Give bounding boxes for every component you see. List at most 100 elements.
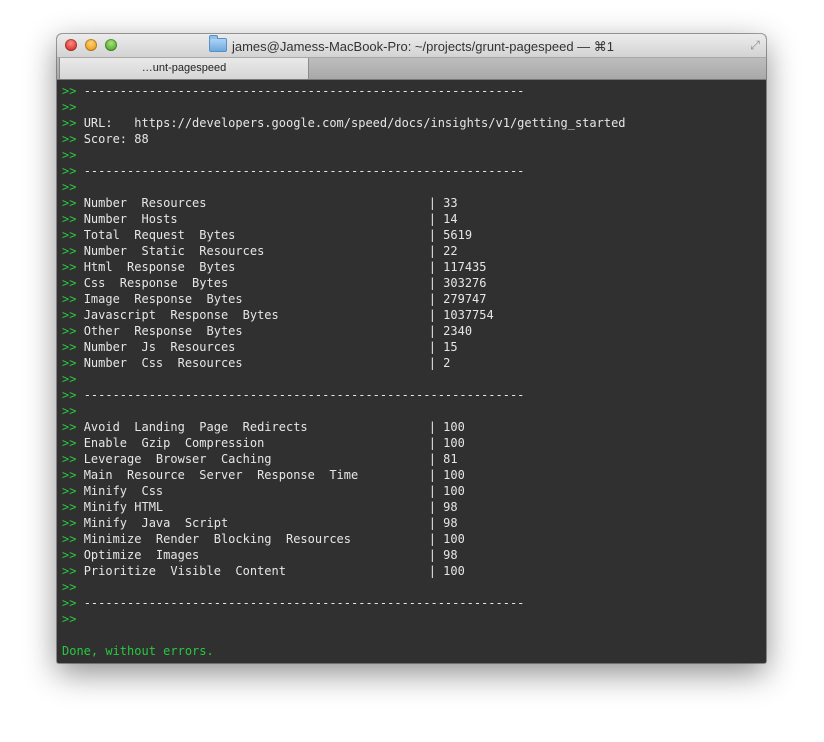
rule-row: >> Leverage Browser Caching | 81 bbox=[62, 451, 766, 467]
prompt-marker: >> bbox=[62, 164, 77, 178]
prompt-marker: >> bbox=[62, 500, 77, 514]
rule-row: >> Avoid Landing Page Redirects | 100 bbox=[62, 419, 766, 435]
terminal-window: james@Jamess-MacBook-Pro: ~/projects/gru… bbox=[57, 34, 766, 663]
prompt-marker: >> bbox=[62, 404, 77, 418]
metric-value: 98 bbox=[443, 516, 458, 530]
prompt-marker: >> bbox=[62, 612, 77, 626]
separator-text: ----------------------------------------… bbox=[83, 84, 525, 98]
metric-value: 100 bbox=[443, 532, 465, 546]
column-divider: | bbox=[428, 260, 436, 274]
prompt-marker: >> bbox=[62, 420, 77, 434]
rule-row: >> Minify Css | 100 bbox=[62, 483, 766, 499]
empty-prompt-line: >> bbox=[62, 403, 766, 419]
prompt-marker: >> bbox=[62, 244, 77, 258]
metric-value: 2340 bbox=[443, 324, 473, 338]
metric-name: Prioritize Visible Content bbox=[83, 564, 286, 578]
prompt-marker: >> bbox=[62, 388, 77, 402]
prompt-marker: >> bbox=[62, 484, 77, 498]
column-divider: | bbox=[428, 244, 436, 258]
metric-name: Minify Java Script bbox=[83, 516, 229, 530]
prompt-marker: >> bbox=[62, 100, 77, 114]
metric-value: 33 bbox=[443, 196, 458, 210]
separator-text: ----------------------------------------… bbox=[83, 596, 525, 610]
metric-name: Minify HTML bbox=[83, 500, 164, 514]
prompt-marker: >> bbox=[62, 116, 77, 130]
metric-value: 100 bbox=[443, 420, 465, 434]
separator-line: >> -------------------------------------… bbox=[62, 387, 766, 403]
empty-prompt-line: >> bbox=[62, 179, 766, 195]
column-divider: | bbox=[428, 564, 436, 578]
metric-value: 22 bbox=[443, 244, 458, 258]
metric-value: 100 bbox=[443, 564, 465, 578]
prompt-marker: >> bbox=[62, 452, 77, 466]
metric-name: Html Response Bytes bbox=[83, 260, 236, 274]
column-divider: | bbox=[428, 292, 436, 306]
column-divider: | bbox=[428, 532, 436, 546]
resource-row: >> Other Response Bytes | 2340 bbox=[62, 323, 766, 339]
column-divider: | bbox=[428, 228, 436, 242]
separator-line: >> -------------------------------------… bbox=[62, 595, 766, 611]
metric-name: Javascript Response Bytes bbox=[83, 308, 279, 322]
empty-prompt-line: >> bbox=[62, 611, 766, 627]
metric-value: 279747 bbox=[443, 292, 487, 306]
column-divider: | bbox=[428, 308, 436, 322]
metric-name: Number Hosts bbox=[83, 212, 178, 226]
prompt-marker: >> bbox=[62, 580, 77, 594]
url-line: >> URL: https://developers.google.com/sp… bbox=[62, 115, 766, 131]
column-divider: | bbox=[428, 436, 436, 450]
prompt-marker: >> bbox=[62, 548, 77, 562]
metric-name: Main Resource Server Response Time bbox=[83, 468, 359, 482]
prompt-marker: >> bbox=[62, 132, 77, 146]
fullscreen-icon[interactable]: ⤢ bbox=[748, 38, 762, 52]
terminal-output[interactable]: >> -------------------------------------… bbox=[57, 80, 766, 663]
prompt-marker: >> bbox=[62, 228, 77, 242]
title-bar[interactable]: james@Jamess-MacBook-Pro: ~/projects/gru… bbox=[57, 34, 766, 58]
folder-icon bbox=[208, 35, 227, 52]
prompt-marker: >> bbox=[62, 212, 77, 226]
prompt-marker: >> bbox=[62, 148, 77, 162]
metric-name: Number Static Resources bbox=[83, 244, 265, 258]
prompt-marker: >> bbox=[62, 340, 77, 354]
separator-text: ----------------------------------------… bbox=[83, 164, 525, 178]
rule-row: >> Prioritize Visible Content | 100 bbox=[62, 563, 766, 579]
prompt-marker: >> bbox=[62, 564, 77, 578]
resource-row: >> Number Static Resources | 22 bbox=[62, 243, 766, 259]
metric-value: 100 bbox=[443, 468, 465, 482]
prompt-marker: >> bbox=[62, 324, 77, 338]
empty-prompt-line: >> bbox=[62, 99, 766, 115]
empty-prompt-line: >> bbox=[62, 147, 766, 163]
tab-grunt-pagespeed[interactable]: …unt-pagespeed bbox=[59, 58, 309, 79]
column-divider: | bbox=[428, 340, 436, 354]
score-line: >> Score: 88 bbox=[62, 131, 766, 147]
metric-value: 81 bbox=[443, 452, 458, 466]
prompt-marker: >> bbox=[62, 276, 77, 290]
separator-text: ----------------------------------------… bbox=[83, 388, 525, 402]
done-message: Done, without errors. bbox=[62, 644, 214, 658]
prompt-marker: >> bbox=[62, 596, 77, 610]
rule-row: >> Minify Java Script | 98 bbox=[62, 515, 766, 531]
resource-row: >> Image Response Bytes | 279747 bbox=[62, 291, 766, 307]
separator-line: >> -------------------------------------… bbox=[62, 163, 766, 179]
prompt-marker: >> bbox=[62, 292, 77, 306]
metric-value: 15 bbox=[443, 340, 458, 354]
column-divider: | bbox=[428, 452, 436, 466]
column-divider: | bbox=[428, 196, 436, 210]
metric-name: Image Response Bytes bbox=[83, 292, 243, 306]
empty-prompt-line: >> bbox=[62, 579, 766, 595]
window-title: james@Jamess-MacBook-Pro: ~/projects/gru… bbox=[231, 39, 615, 54]
prompt-marker: >> bbox=[62, 308, 77, 322]
metric-name: Number Resources bbox=[83, 196, 207, 210]
metric-value: 1037754 bbox=[443, 308, 494, 322]
prompt-marker: >> bbox=[62, 180, 77, 194]
metric-name: Other Response Bytes bbox=[83, 324, 243, 338]
column-divider: | bbox=[428, 324, 436, 338]
metric-value: 303276 bbox=[443, 276, 487, 290]
url-text: URL: https://developers.google.com/speed… bbox=[83, 116, 626, 130]
column-divider: | bbox=[428, 484, 436, 498]
empty-prompt-line: >> bbox=[62, 371, 766, 387]
resource-row: >> Number Js Resources | 15 bbox=[62, 339, 766, 355]
resource-row: >> Html Response Bytes | 117435 bbox=[62, 259, 766, 275]
metric-name: Minimize Render Blocking Resources bbox=[83, 532, 351, 546]
prompt-marker: >> bbox=[62, 372, 77, 386]
metric-value: 98 bbox=[443, 500, 458, 514]
